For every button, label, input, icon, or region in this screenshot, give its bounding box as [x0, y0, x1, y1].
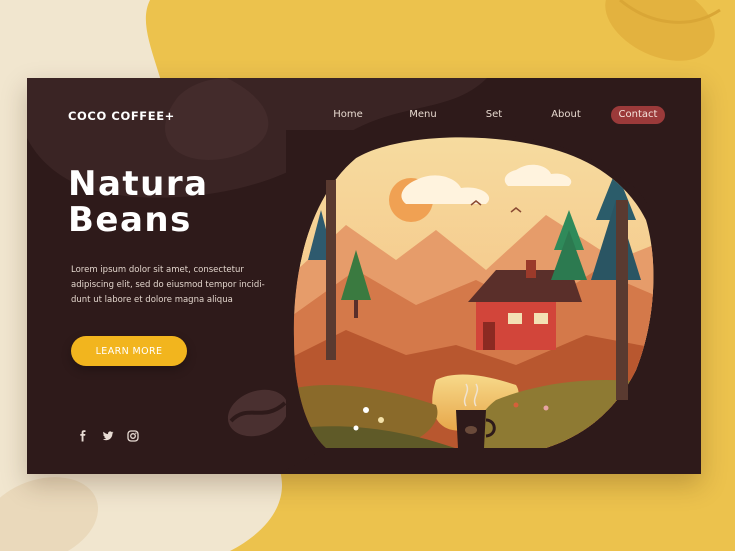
nav-home[interactable]: Home: [328, 106, 368, 124]
twitter-icon[interactable]: [102, 427, 114, 441]
hero-title-line-1: Natura: [68, 164, 209, 204]
hero-description-line-3: dunt ut labore et dolore magna aliqua: [71, 295, 233, 305]
hero-card: COCO COFFEE+ Home Menu Set About Contact…: [27, 78, 701, 474]
nav-about[interactable]: About: [545, 106, 587, 124]
social-links: [77, 427, 139, 442]
hero-description: Lorem ipsum dolor sit amet, consectetur …: [71, 263, 271, 308]
nav-contact-button[interactable]: Contact: [611, 106, 665, 124]
instagram-icon[interactable]: [127, 427, 139, 442]
nav-menu[interactable]: Menu: [403, 106, 443, 124]
hero-description-line-2: adipiscing elit, sed do eiusmod tempor i…: [71, 280, 265, 290]
hero-title-line-2: Beans: [68, 200, 192, 240]
coffee-bean-decoration: [227, 389, 289, 437]
facebook-icon[interactable]: [77, 427, 89, 442]
learn-more-button[interactable]: LEARN MORE: [71, 336, 187, 366]
main-nav: Home Menu Set About Contact: [27, 106, 701, 124]
nav-set[interactable]: Set: [479, 106, 509, 124]
landscape-illustration: [286, 130, 666, 470]
hero-title: Natura Beans: [68, 166, 209, 238]
hero-description-line-1: Lorem ipsum dolor sit amet, consectetur: [71, 265, 244, 275]
